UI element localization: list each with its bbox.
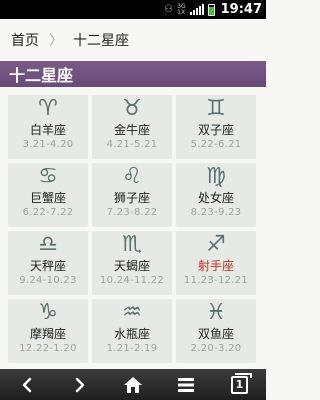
tab-count: 1 — [235, 378, 244, 391]
scorpio-icon: ♏ — [122, 232, 142, 257]
forward-button[interactable] — [53, 369, 106, 400]
zodiac-dates: 4.21-5.21 — [106, 139, 158, 150]
zodiac-cell[interactable]: ♋ 巨蟹座 6.22-7.22 — [8, 163, 88, 227]
tabs-button[interactable]: 1 — [213, 369, 266, 400]
zodiac-cell[interactable]: ♏ 天蝎座 10.24-11.22 — [92, 231, 172, 295]
zodiac-dates: 1.21-2.19 — [106, 343, 158, 354]
zodiac-dates: 10.24-11.22 — [99, 275, 165, 286]
zodiac-name: 水瓶座 — [113, 327, 150, 341]
libra-icon: ♎ — [38, 232, 58, 257]
zodiac-dates: 7.23-8.22 — [106, 207, 158, 218]
zodiac-dates: 3.21-4.20 — [22, 139, 74, 150]
zodiac-dates: 11.23-12.21 — [183, 275, 249, 286]
back-icon — [22, 377, 31, 392]
zodiac-dates: 2.20-3.20 — [190, 343, 242, 354]
zodiac-cell[interactable]: ♈ 白羊座 3.21-4.20 — [8, 95, 88, 159]
zodiac-name: 天蝎座 — [113, 259, 150, 273]
home-icon — [123, 376, 142, 393]
page-title: 十二星座 — [0, 61, 266, 87]
zodiac-name: 天秤座 — [29, 259, 66, 273]
taurus-icon: ♉ — [122, 96, 142, 121]
zodiac-name: 处女座 — [197, 191, 234, 205]
battery-icon — [207, 3, 215, 16]
leo-icon: ♌ — [122, 164, 142, 189]
aquarius-icon: ♒ — [122, 300, 142, 325]
zodiac-cell[interactable]: ♒ 水瓶座 1.21-2.19 — [92, 299, 172, 363]
breadcrumb-home-link[interactable]: 首页 — [11, 30, 39, 50]
zodiac-name: 金牛座 — [113, 123, 150, 137]
zodiac-name: 射手座 — [197, 259, 234, 273]
signal-strength-icon — [189, 4, 204, 15]
zodiac-dates: 9.24-10.23 — [19, 275, 77, 286]
network-label-1x: 1X — [177, 8, 186, 16]
menu-button[interactable] — [160, 369, 213, 400]
zodiac-dates: 6.22-7.22 — [22, 207, 74, 218]
breadcrumb-separator: 〉 — [49, 33, 63, 49]
usb-icon: ⚇ — [164, 3, 174, 15]
zodiac-cell[interactable]: ♐ 射手座 11.23-12.21 — [176, 231, 256, 295]
pisces-icon: ♓ — [206, 300, 226, 325]
zodiac-name: 巨蟹座 — [29, 191, 66, 205]
zodiac-dates: 5.22-6.21 — [190, 139, 242, 150]
zodiac-dates: 8.23-9.23 — [190, 207, 242, 218]
zodiac-name: 白羊座 — [29, 123, 66, 137]
menu-icon — [178, 377, 195, 392]
cancer-icon: ♋ — [38, 164, 58, 189]
status-bar: ⚇ 3G 1X 19:47 — [0, 0, 266, 19]
breadcrumb-current: 十二星座 — [73, 33, 129, 49]
bottom-toolbar: 1 — [0, 369, 266, 400]
zodiac-cell[interactable]: ♍ 处女座 8.23-9.23 — [176, 163, 256, 227]
zodiac-name: 双子座 — [197, 123, 234, 137]
home-button[interactable] — [106, 369, 159, 400]
clock: 19:47 — [220, 2, 262, 17]
zodiac-name: 狮子座 — [113, 191, 150, 205]
sagittarius-icon: ♐ — [206, 232, 226, 257]
tabs-icon: 1 — [230, 372, 252, 394]
zodiac-name: 双鱼座 — [197, 327, 234, 341]
zodiac-cell[interactable]: ♉ 金牛座 4.21-5.21 — [92, 95, 172, 159]
zodiac-cell[interactable]: ♎ 天秤座 9.24-10.23 — [8, 231, 88, 295]
zodiac-cell[interactable]: ♓ 双鱼座 2.20-3.20 — [176, 299, 256, 363]
capricorn-icon: ♑ — [38, 300, 58, 325]
virgo-icon: ♍ — [206, 164, 226, 189]
zodiac-cell[interactable]: ♑ 摩羯座 12.22-1.20 — [8, 299, 88, 363]
breadcrumb: 首页 〉 十二星座 — [0, 19, 266, 61]
zodiac-name: 摩羯座 — [29, 327, 66, 341]
network-type-indicator: 3G 1X — [177, 3, 186, 16]
zodiac-dates: 12.22-1.20 — [19, 343, 77, 354]
forward-icon — [75, 377, 84, 392]
gemini-icon: ♊ — [206, 96, 226, 121]
aries-icon: ♈ — [38, 96, 58, 121]
back-button[interactable] — [0, 369, 53, 400]
zodiac-cell[interactable]: ♌ 狮子座 7.23-8.22 — [92, 163, 172, 227]
zodiac-cell[interactable]: ♊ 双子座 5.22-6.21 — [176, 95, 256, 159]
zodiac-grid: ♈ 白羊座 3.21-4.20 ♉ 金牛座 4.21-5.21 ♊ 双子座 5.22-6.21 ♋… — [8, 95, 258, 363]
